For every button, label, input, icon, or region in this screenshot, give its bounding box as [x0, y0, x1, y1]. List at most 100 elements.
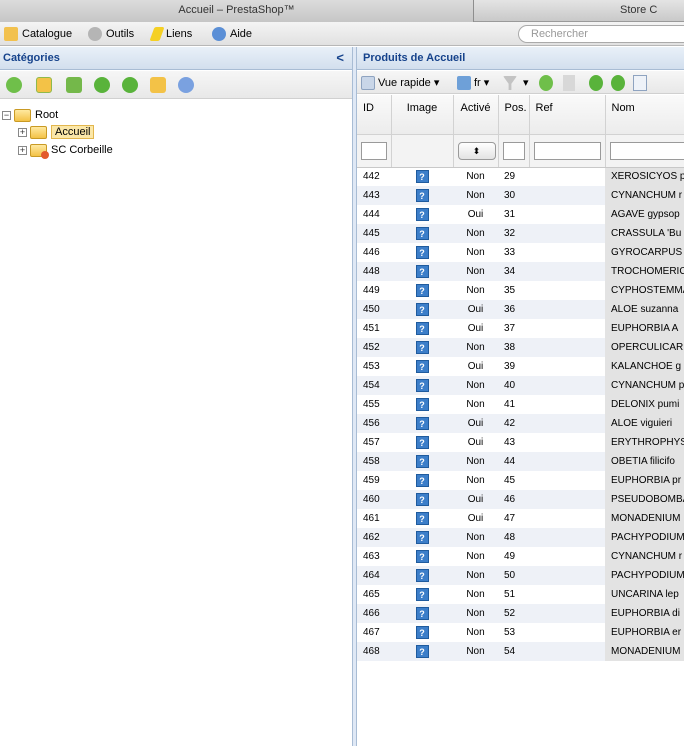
menu-aide[interactable]: Aide	[212, 26, 252, 42]
table-row[interactable]: 457? Oui 43 ERYTHROPHYS	[357, 433, 684, 452]
collapse-tree-icon[interactable]	[66, 77, 82, 93]
product-image-cell: ?	[391, 528, 453, 547]
product-name-cell: ALOE suzanna	[605, 300, 684, 319]
table-row[interactable]: 467? Non 53 EUPHORBIA er	[357, 623, 684, 642]
tab-accueil-prestashop[interactable]: Accueil – PrestaShop™	[0, 0, 474, 22]
refresh-icon[interactable]	[539, 75, 553, 91]
table-row[interactable]: 452? Non 38 OPERCULICAR	[357, 338, 684, 357]
table-row[interactable]: 454? Non 40 CYNANCHUM p	[357, 376, 684, 395]
table-row[interactable]: 453? Oui 39 KALANCHOE g	[357, 357, 684, 376]
table-row[interactable]: 458? Non 44 OBETIA filicifo	[357, 452, 684, 471]
table-row[interactable]: 446? Non 33 GYROCARPUS	[357, 243, 684, 262]
table-row[interactable]: 468? Non 54 MONADENIUM	[357, 642, 684, 661]
lightning-icon	[149, 27, 165, 41]
image-placeholder-icon[interactable]: ?	[415, 227, 429, 240]
tree-node-accueil[interactable]: + Accueil	[18, 123, 95, 141]
collapse-panel-icon[interactable]: <	[336, 47, 344, 69]
table-row[interactable]: 461? Oui 47 MONADENIUM	[357, 509, 684, 528]
filter-position-input[interactable]	[502, 141, 525, 160]
image-placeholder-icon[interactable]: ?	[415, 493, 429, 506]
column-header-active[interactable]: Activé	[453, 95, 499, 135]
filter-id-input[interactable]	[361, 141, 387, 160]
collapse-node-icon[interactable]: −	[2, 110, 11, 120]
cursor-icon[interactable]	[563, 75, 575, 91]
image-placeholder-icon[interactable]: ?	[415, 398, 429, 411]
image-placeholder-icon[interactable]: ?	[415, 265, 429, 278]
tree-node-sc-corbeille[interactable]: + SC Corbeille	[18, 141, 113, 159]
image-placeholder-icon[interactable]: ?	[415, 417, 429, 430]
table-row[interactable]: 466? Non 52 EUPHORBIA di	[357, 604, 684, 623]
table-row[interactable]: 448? Non 34 TROCHOMERIC	[357, 262, 684, 281]
add-icon[interactable]	[94, 77, 110, 93]
image-placeholder-icon[interactable]: ?	[415, 360, 429, 373]
tree-node-root[interactable]: − Root	[2, 106, 58, 124]
help-icon[interactable]	[178, 77, 194, 93]
image-placeholder-icon[interactable]: ?	[415, 607, 429, 620]
search-input[interactable]: Rechercher	[518, 25, 684, 43]
table-row[interactable]: 443? Non 30 CYNANCHUM r	[357, 186, 684, 205]
image-placeholder-icon[interactable]: ?	[415, 208, 429, 221]
table-row[interactable]: 463? Non 49 CYNANCHUM r	[357, 547, 684, 566]
filter-dropdown[interactable]: ▾	[503, 75, 529, 91]
image-placeholder-icon[interactable]: ?	[415, 436, 429, 449]
image-placeholder-icon[interactable]: ?	[415, 455, 429, 468]
table-row[interactable]: 465? Non 51 UNCARINA lep	[357, 585, 684, 604]
image-placeholder-icon[interactable]: ?	[415, 588, 429, 601]
image-placeholder-icon[interactable]: ?	[415, 569, 429, 582]
image-placeholder-icon[interactable]: ?	[415, 512, 429, 525]
table-row[interactable]: 462? Non 48 PACHYPODIUM	[357, 528, 684, 547]
image-placeholder-icon[interactable]: ?	[415, 531, 429, 544]
tab-store[interactable]: Store C	[475, 0, 684, 22]
table-row[interactable]: 455? Non 41 DELONIX pumi	[357, 395, 684, 414]
quick-view-dropdown[interactable]: Vue rapide ▾	[361, 75, 439, 91]
product-ref-cell	[529, 224, 605, 243]
image-placeholder-icon[interactable]: ?	[415, 322, 429, 335]
filter-ref-input[interactable]	[533, 141, 601, 160]
image-placeholder-icon[interactable]: ?	[415, 645, 429, 658]
filter-name-input[interactable]	[609, 141, 684, 160]
column-header-image[interactable]: Image	[391, 95, 454, 135]
image-placeholder-icon[interactable]: ?	[415, 284, 429, 297]
menu-liens[interactable]: Liens	[149, 26, 192, 42]
table-row[interactable]: 460? Oui 46 PSEUDOBOMBA	[357, 490, 684, 509]
help-icon	[212, 27, 226, 41]
refresh-icon[interactable]	[6, 77, 22, 93]
expand-node-icon[interactable]: +	[18, 127, 27, 137]
product-position-cell: 34	[498, 262, 529, 281]
document-icon[interactable]	[633, 75, 647, 91]
column-header-name[interactable]: Nom	[605, 95, 684, 135]
image-placeholder-icon[interactable]: ?	[415, 379, 429, 392]
expand-node-icon[interactable]: +	[18, 145, 27, 155]
image-placeholder-icon[interactable]: ?	[415, 626, 429, 639]
image-placeholder-icon[interactable]: ?	[415, 550, 429, 563]
table-row[interactable]: 442? Non 29 XEROSICYOS p	[357, 167, 684, 186]
menu-catalogue[interactable]: Catalogue	[4, 26, 72, 42]
add-product-icon[interactable]	[589, 75, 603, 91]
image-placeholder-icon[interactable]: ?	[415, 189, 429, 202]
table-row[interactable]: 444? Oui 31 AGAVE gypsop	[357, 205, 684, 224]
expand-icon[interactable]	[36, 77, 52, 93]
image-placeholder-icon[interactable]: ?	[415, 170, 429, 184]
menu-outils[interactable]: Outils	[88, 26, 134, 42]
product-name-cell: EUPHORBIA di	[605, 604, 684, 623]
table-row[interactable]: 464? Non 50 PACHYPODIUM	[357, 566, 684, 585]
filter-active-select[interactable]: ⬍	[457, 141, 496, 160]
add-subcategory-icon[interactable]	[122, 77, 138, 93]
table-row[interactable]: 450? Oui 36 ALOE suzanna	[357, 300, 684, 319]
table-row[interactable]: 456? Oui 42 ALOE viguieri	[357, 414, 684, 433]
column-header-id[interactable]: ID	[357, 95, 392, 135]
language-dropdown[interactable]: fr ▾	[457, 75, 489, 91]
table-row[interactable]: 459? Non 45 EUPHORBIA pr	[357, 471, 684, 490]
column-header-position[interactable]: Pos.	[498, 95, 530, 135]
image-placeholder-icon[interactable]: ?	[415, 341, 429, 354]
image-placeholder-icon[interactable]: ?	[415, 246, 429, 259]
table-row[interactable]: 445? Non 32 CRASSULA 'Bu	[357, 224, 684, 243]
table-row[interactable]: 449? Non 35 CYPHOSTEMMA	[357, 281, 684, 300]
duplicate-icon[interactable]	[611, 75, 625, 91]
table-row[interactable]: 451? Oui 37 EUPHORBIA A	[357, 319, 684, 338]
image-placeholder-icon[interactable]: ?	[415, 303, 429, 316]
category-bin-icon[interactable]	[150, 77, 166, 93]
product-image-cell: ?	[391, 585, 453, 604]
image-placeholder-icon[interactable]: ?	[415, 474, 429, 487]
column-header-ref[interactable]: Ref	[529, 95, 606, 135]
